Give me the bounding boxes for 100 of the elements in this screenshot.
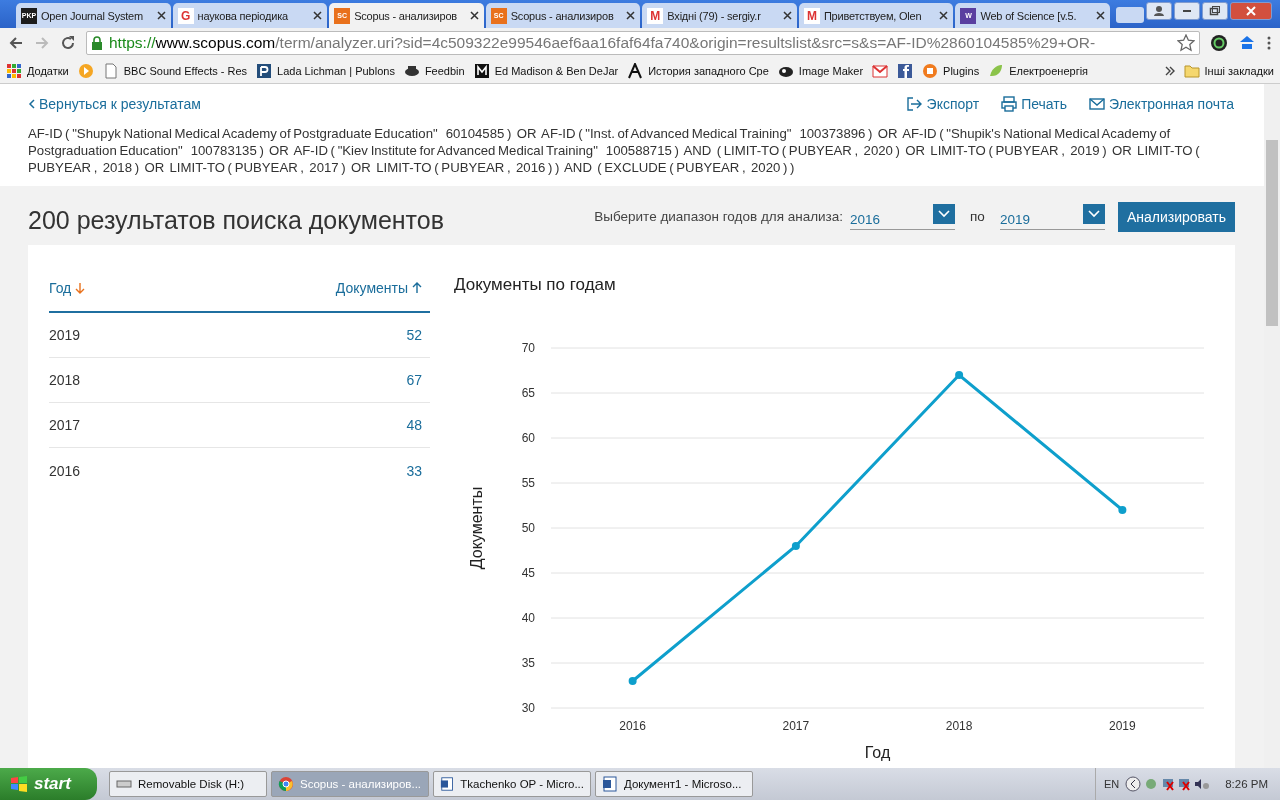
count-link[interactable]: 67 [406, 372, 422, 388]
axis-tick-label: 2019 [1109, 719, 1136, 733]
bookmark-folder[interactable]: Інші закладки [1183, 62, 1274, 79]
arrow-up-icon [412, 282, 422, 294]
axis-tick-label: 60 [521, 431, 535, 445]
language-indicator[interactable]: EN [1103, 778, 1120, 790]
axis-tick-label: 2017 [782, 719, 810, 733]
data-point [955, 371, 964, 379]
reload-icon[interactable] [60, 35, 76, 51]
house-icon[interactable] [1238, 34, 1256, 52]
tab-title: Scopus - анализиров [354, 9, 458, 22]
folder-icon [1183, 62, 1200, 79]
printer-icon [1001, 96, 1018, 112]
print-link[interactable]: Печать [1001, 96, 1068, 112]
envelope-icon [1089, 96, 1106, 112]
data-point [628, 677, 637, 685]
axis-tick-label: 2018 [945, 719, 973, 733]
browser-tab[interactable]: M Вхідні (79) - sergiy.r [642, 3, 797, 28]
bookmark[interactable]: Image Maker [777, 62, 864, 79]
year-dropdown[interactable]: 2019 [999, 203, 1105, 230]
maximize-button[interactable] [1202, 2, 1228, 20]
table-cell: 2017 [49, 417, 81, 433]
start-button[interactable]: start [0, 768, 97, 800]
tab-title: Scopus - анализиров [510, 9, 615, 22]
tab-title: Open Journal System [41, 9, 144, 22]
caret-icon [938, 209, 951, 218]
lock-icon [91, 36, 103, 50]
bookmark[interactable]: История западного Сре [627, 62, 769, 79]
browser-tab[interactable]: M Приветствуем, Olen [798, 3, 954, 28]
scrollbar[interactable] [1264, 84, 1280, 768]
table-cell: 2019 [49, 327, 81, 343]
bookmark[interactable]: Додатки [6, 62, 69, 79]
axis-tick-label: 55 [521, 476, 535, 490]
favicon: M [803, 7, 820, 24]
more-icon[interactable] [1164, 65, 1175, 76]
taskbar-item[interactable]: Tkachenko OP - Micro... [433, 771, 591, 797]
document-icon [602, 776, 618, 792]
data-point [791, 542, 800, 550]
results-title: 200 результатов поиска документов [28, 206, 444, 235]
close-icon [1245, 5, 1257, 17]
axis-title: Год [864, 744, 891, 761]
page-icon [102, 62, 119, 79]
email-link[interactable]: Электронная почта [1089, 96, 1234, 112]
taskbar-item[interactable]: Removable Disk (H:) [109, 771, 267, 797]
profile-button[interactable] [1146, 2, 1172, 20]
mail-icon[interactable] [872, 62, 889, 79]
table-cell: 2016 [49, 462, 81, 479]
column-header[interactable]: Документы [335, 280, 422, 296]
bookmark[interactable]: Plugins [922, 62, 980, 79]
year-dropdown[interactable]: 2016 [850, 203, 956, 230]
close-icon[interactable] [156, 11, 166, 20]
tab-title: Web of Science [v.5. [980, 9, 1078, 22]
browser-icon [278, 776, 294, 792]
close-icon[interactable] [626, 11, 636, 20]
axis-tick-label: 35 [521, 656, 535, 670]
ring-icon[interactable] [1210, 34, 1228, 52]
bookmark[interactable]: Lada Lichman | Publons [256, 62, 395, 79]
axis-tick-label: 45 [521, 566, 535, 580]
chevron-icon [28, 99, 35, 109]
search-query: AF-ID ( "Shupyk National Medical Academy of Postgraduate Education" 60104585 ) OR AF-ID ( "Inst. of Advanced Medical Training" 100373896 ) OR AF-ID ( "Shupik's National Medical Academy of Postgraduation Education" 100783135 ) OR AF-ID ( "Kiev Institute for Advanced Medical Training" 100588715 ) AND ( LIMIT-TO ( PUBYEAR , 2020 ) OR LIMIT-TO ( PUBYEAR , 2019 ) OR LIMIT-TO ( PUBYEAR , 2018 ) OR LIMIT-TO ( PUBYEAR , 2017 ) OR LIMIT-TO ( PUBYEAR , 2016 ) ) AND ( EXCLUDE ( PUBYEAR , 2020 ) ) [28, 125, 1201, 176]
close-icon[interactable] [782, 11, 792, 20]
taskbar-item[interactable]: Документ1 - Microso... [595, 771, 753, 797]
person-icon [1153, 5, 1165, 17]
restore-icon [1209, 5, 1221, 17]
leaf-icon [988, 62, 1005, 79]
count-link[interactable]: 52 [406, 327, 422, 343]
bookmark[interactable]: Ed Madison & Ben DeJar [473, 62, 619, 79]
axis-tick-label: 2016 [619, 719, 646, 733]
table-cell: 2018 [49, 372, 81, 388]
bookmark[interactable]: Feedbin [403, 62, 465, 79]
count-link[interactable]: 33 [406, 462, 422, 479]
close-icon[interactable] [469, 11, 479, 20]
clock[interactable]: 8:26 PM [1225, 778, 1268, 790]
letter-icon[interactable] [897, 62, 914, 79]
arrow-down-icon [75, 282, 86, 294]
bookmark[interactable]: BBC Sound Effects - Res [102, 62, 248, 79]
count-link[interactable]: 48 [406, 417, 422, 433]
address-field[interactable]: https://www.scopus.com/term/analyzer.uri?sid=4c509322e99546aef6aa16faf64fa740&origin=resultslist&src=s&s=AF-ID%2860104585%29+OR- [86, 31, 1200, 55]
document-icon [440, 776, 455, 792]
star-icon[interactable] [1177, 34, 1195, 52]
close-icon[interactable] [1096, 11, 1106, 20]
bookmark[interactable]: Електроенергія [988, 62, 1089, 79]
tab-title: Приветствуем, Olen [823, 9, 923, 22]
back-icon[interactable] [8, 35, 24, 51]
minimize-icon [1183, 10, 1191, 12]
export-link[interactable]: Экспорт [906, 96, 980, 112]
axis-tick-label: 50 [521, 521, 535, 535]
back-link[interactable]: Вернуться к результатам [28, 96, 201, 112]
menu-icon[interactable] [1266, 35, 1272, 51]
windows-logo-icon [10, 776, 28, 792]
close-icon[interactable] [939, 11, 949, 20]
browser-tab[interactable]: G наукова періодика [172, 3, 328, 28]
close-icon[interactable] [313, 11, 323, 20]
close-button[interactable] [1230, 2, 1272, 20]
minimize-button[interactable] [1174, 2, 1200, 20]
favicon: M [647, 7, 664, 24]
letter-icon [627, 62, 644, 79]
column-header[interactable]: Год [49, 280, 86, 296]
export-icon [906, 96, 923, 112]
analyze-button[interactable]: Анализировать [1117, 201, 1235, 232]
